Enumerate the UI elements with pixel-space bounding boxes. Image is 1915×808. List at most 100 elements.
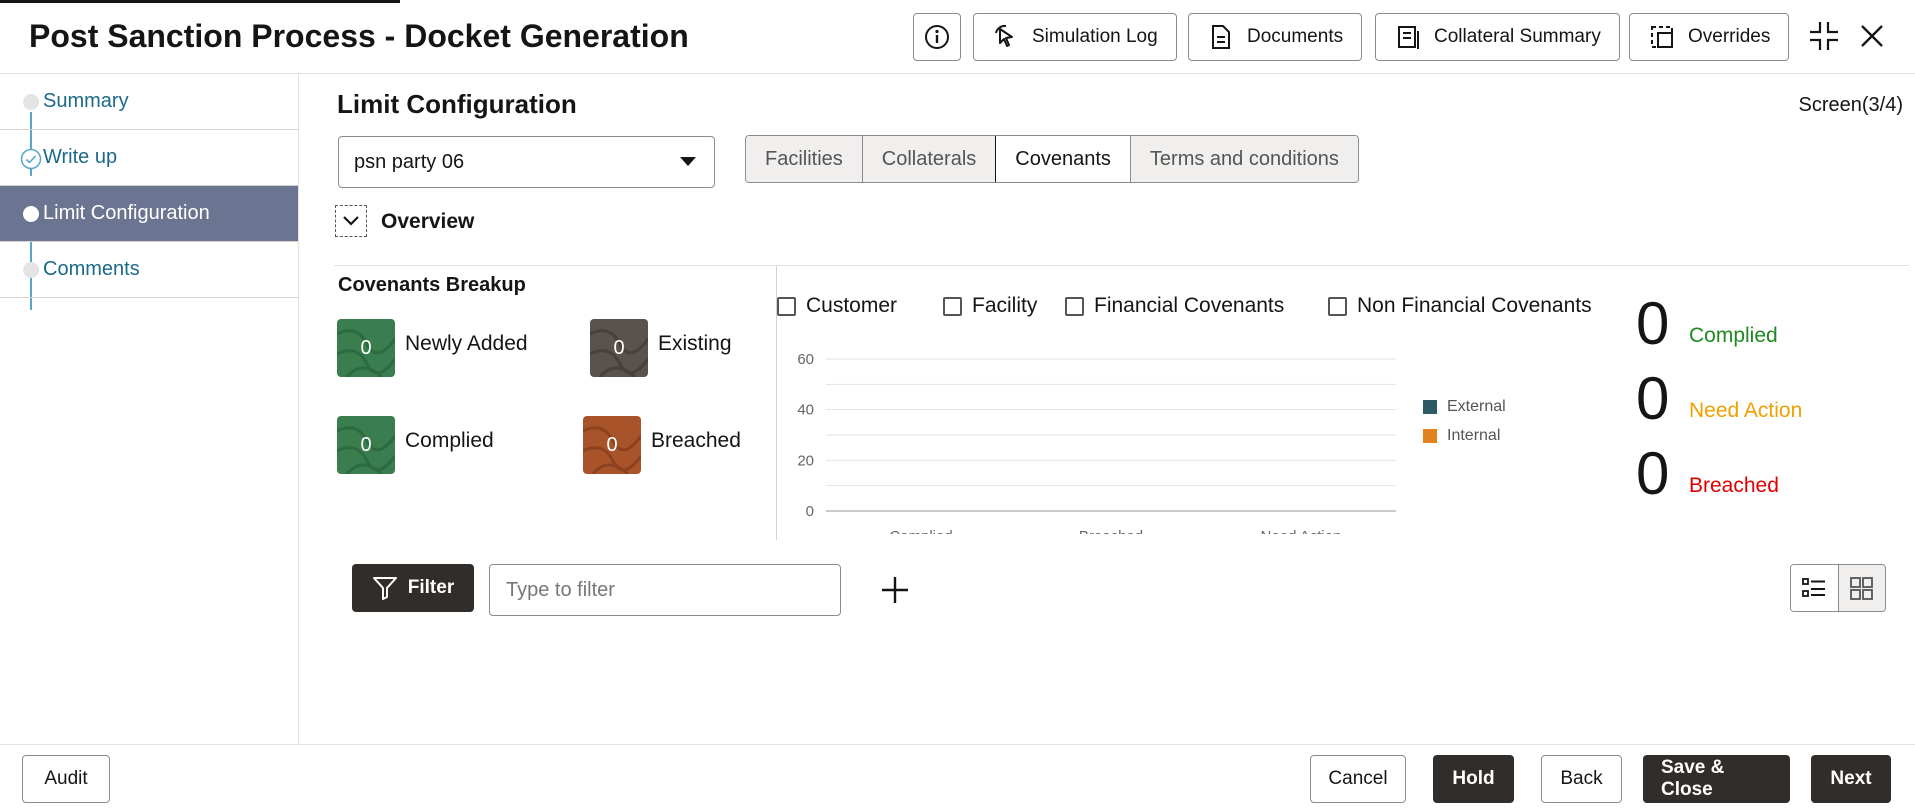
overrides-icon	[1651, 26, 1673, 48]
collapse-icon	[1810, 22, 1838, 50]
customer-checkbox[interactable]: Customer	[777, 294, 897, 318]
newly-added-tile: 0	[337, 319, 395, 377]
tab-covenants[interactable]: Covenants	[995, 136, 1132, 182]
documents-button[interactable]: Documents	[1188, 13, 1363, 61]
divider	[334, 265, 1909, 266]
add-covenant-button[interactable]	[873, 568, 917, 612]
checkbox-icon	[777, 296, 796, 316]
need-action-stat-value: 0	[1636, 365, 1670, 432]
covenant-bar-chart: 0 20 40 60 Complied Breached Need Action	[797, 351, 1396, 534]
x-tick-label: Need Action	[1261, 528, 1342, 534]
overrides-label: Overrides	[1688, 26, 1771, 47]
legend-item-internal: Internal	[1423, 427, 1500, 445]
grid-view-icon	[1849, 577, 1873, 600]
overview-label: Overview	[381, 210, 475, 233]
sidebar-item-summary[interactable]: Summary	[0, 74, 298, 130]
checkbox-icon	[1328, 296, 1347, 316]
funnel-icon	[372, 577, 397, 600]
covenants-breakup-title: Covenants Breakup	[338, 274, 526, 296]
simulation-log-label: Simulation Log	[1032, 26, 1158, 47]
need-action-stat-label: Need Action	[1689, 399, 1803, 422]
minimize-button[interactable]	[1804, 16, 1844, 56]
filter-button-label: Filter	[407, 577, 455, 598]
legend-label: External	[1447, 398, 1506, 415]
save-close-button[interactable]: Save & Close	[1643, 755, 1790, 803]
legend-swatch	[1423, 429, 1437, 443]
tab-bar: Facilities Collaterals Covenants Terms a…	[745, 135, 1359, 183]
tab-collaterals[interactable]: Collaterals	[862, 136, 997, 182]
sidebar-item-label: Limit Configuration	[43, 202, 210, 224]
list-view-icon	[1802, 578, 1826, 597]
legend-label: Internal	[1447, 427, 1501, 444]
collateral-summary-button[interactable]: Collateral Summary	[1375, 13, 1620, 61]
audit-button[interactable]: Audit	[22, 755, 110, 803]
party-select[interactable]: psn party 06	[338, 136, 715, 188]
simulation-log-button[interactable]: Simulation Log	[973, 13, 1177, 61]
sidebar-item-label: Write up	[43, 146, 118, 168]
step-dot-icon	[23, 206, 39, 222]
checkbox-label: Facility	[972, 294, 1038, 317]
info-button[interactable]	[913, 13, 961, 61]
financial-covenants-checkbox[interactable]: Financial Covenants	[1065, 294, 1284, 318]
list-view-button[interactable]	[1791, 565, 1840, 611]
x-tick-label: Breached	[1079, 528, 1143, 534]
breached-count: 0	[606, 433, 618, 456]
newly-added-count: 0	[360, 336, 372, 359]
close-button[interactable]	[1852, 16, 1892, 56]
y-tick-label: 0	[806, 503, 814, 520]
facility-checkbox[interactable]: Facility	[943, 294, 1037, 318]
y-tick-label: 40	[797, 402, 814, 419]
cancel-button[interactable]: Cancel	[1310, 755, 1406, 803]
caret-down-icon	[680, 157, 696, 166]
cursor-click-icon	[995, 24, 1013, 47]
y-tick-label: 60	[797, 351, 814, 368]
collateral-summary-label: Collateral Summary	[1434, 26, 1601, 47]
non-financial-covenants-checkbox[interactable]: Non Financial Covenants	[1328, 294, 1592, 318]
y-tick-label: 20	[797, 452, 814, 469]
main-content: Limit Configuration Screen(3/4) psn part…	[300, 74, 1915, 744]
complied-label: Complied	[405, 429, 494, 452]
tab-terms-and-conditions[interactable]: Terms and conditions	[1130, 136, 1358, 182]
sidebar: Summary Write up Limit Configuration Com…	[0, 74, 299, 744]
sidebar-item-limit-configuration[interactable]: Limit Configuration	[0, 186, 298, 242]
breached-tile: 0	[583, 416, 641, 474]
plus-icon	[882, 577, 908, 603]
next-button[interactable]: Next	[1811, 755, 1891, 803]
hold-button[interactable]: Hold	[1433, 755, 1514, 803]
section-title: Limit Configuration	[337, 89, 577, 119]
breached-label: Breached	[651, 429, 741, 452]
summary-icon	[1398, 26, 1419, 49]
step-dot-icon	[23, 94, 39, 110]
sidebar-item-write-up[interactable]: Write up	[0, 130, 298, 186]
filter-button[interactable]: Filter	[352, 564, 474, 612]
close-icon	[1861, 25, 1883, 47]
overrides-button[interactable]: Overrides	[1629, 13, 1790, 61]
existing-label: Existing	[658, 332, 732, 355]
breached-stat-label: Breached	[1689, 474, 1779, 497]
sidebar-item-label: Comments	[43, 258, 140, 280]
screen-indicator: Screen(3/4)	[1798, 94, 1904, 116]
overview-toggle-button[interactable]	[335, 205, 367, 237]
chevron-down-icon	[343, 216, 359, 226]
page-header: Post Sanction Process - Docket Generatio…	[0, 0, 1915, 74]
sidebar-item-label: Summary	[43, 90, 129, 112]
back-button[interactable]: Back	[1541, 755, 1622, 803]
complied-count: 0	[360, 433, 372, 456]
filter-input[interactable]	[489, 564, 841, 616]
tab-facilities[interactable]: Facilities	[746, 136, 863, 182]
document-icon	[1212, 25, 1230, 49]
checkbox-label: Customer	[806, 294, 898, 317]
party-select-value: psn party 06	[354, 150, 465, 173]
x-tick-label: Complied	[889, 528, 952, 534]
progress-line	[0, 0, 1915, 3]
checkbox-label: Non Financial Covenants	[1357, 294, 1592, 317]
step-dot-icon	[23, 262, 39, 278]
existing-tile: 0	[590, 319, 648, 377]
breached-stat-value: 0	[1636, 440, 1670, 507]
newly-added-label: Newly Added	[405, 332, 528, 355]
complied-tile: 0	[337, 416, 395, 474]
footer-bar: Audit Cancel Hold Back Save & Close Next	[0, 744, 1915, 808]
sidebar-item-comments[interactable]: Comments	[0, 242, 298, 298]
grid-view-button[interactable]	[1838, 565, 1885, 611]
legend-swatch	[1423, 400, 1437, 414]
